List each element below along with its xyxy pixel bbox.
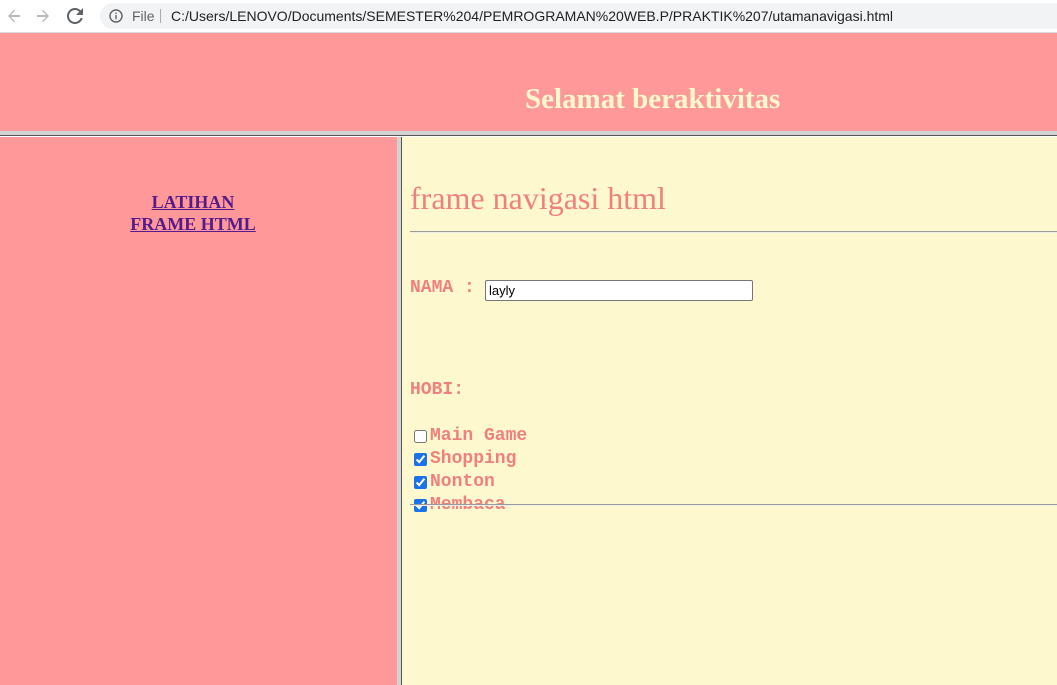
shopping-checkbox[interactable] (414, 453, 427, 466)
browser-toolbar: File C:/Users/LENOVO/Documents/SEMESTER%… (0, 0, 1057, 33)
forward-button[interactable] (31, 4, 55, 28)
address-bar[interactable]: File C:/Users/LENOVO/Documents/SEMESTER%… (100, 3, 1057, 29)
back-arrow-icon (8, 9, 20, 23)
page-title: Selamat beraktivitas (525, 83, 781, 115)
scheme-divider (160, 9, 161, 23)
frameset: Selamat beraktivitas LATIHAN FRAME HTML … (0, 33, 1057, 685)
content-heading: frame navigasi html (410, 180, 666, 216)
scheme-label: File (132, 8, 155, 24)
latihan-frame-html-link[interactable]: LATIHAN FRAME HTML (0, 191, 386, 235)
back-button[interactable] (2, 4, 26, 28)
top-divider (410, 231, 1057, 233)
hobi-item-main-game: Main Game (413, 425, 527, 448)
url-text[interactable]: C:/Users/LENOVO/Documents/SEMESTER%204/P… (171, 8, 893, 24)
horizontal-frame-border[interactable] (0, 131, 1057, 136)
shopping-label: Shopping (430, 449, 517, 469)
left-nav-frame: LATIHAN FRAME HTML (0, 137, 397, 685)
link-line-2[interactable]: FRAME HTML (130, 214, 256, 234)
nonton-label: Nonton (430, 472, 495, 492)
main-game-checkbox[interactable] (414, 430, 427, 443)
reload-icon (67, 8, 83, 24)
main-content-frame: frame navigasi html NAMA : HOBI: Main Ga… (402, 137, 1057, 685)
nonton-checkbox[interactable] (414, 476, 427, 489)
bottom-divider (410, 504, 1057, 506)
link-line-1[interactable]: LATIHAN (152, 192, 235, 212)
reload-button[interactable] (63, 4, 87, 28)
nama-label: NAMA : (410, 278, 475, 298)
nama-input[interactable] (485, 280, 753, 301)
forward-arrow-icon (37, 9, 49, 23)
top-frame: Selamat beraktivitas (0, 33, 1057, 131)
hobi-item-shopping: Shopping (413, 448, 527, 471)
hobi-item-nonton: Nonton (413, 471, 527, 494)
info-icon[interactable] (109, 9, 123, 23)
main-game-label: Main Game (430, 426, 528, 446)
hobi-label: HOBI: (410, 380, 465, 400)
